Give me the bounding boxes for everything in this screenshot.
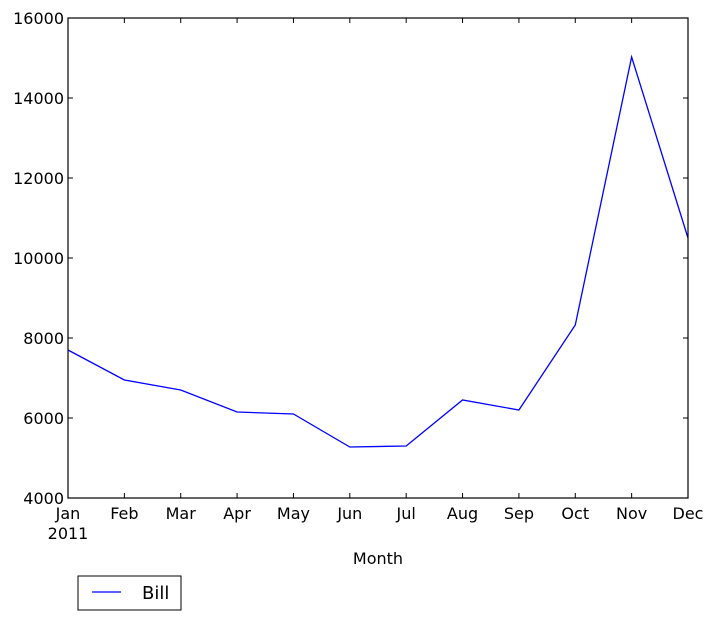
y-tick-label: 16000 [13, 9, 64, 28]
series-line-bill [67, 54, 689, 448]
y-tick-label: 12000 [13, 169, 64, 188]
x-tick-label: Nov [616, 504, 647, 523]
x-tick-label: Sep [504, 504, 534, 523]
plot-area [67, 17, 689, 499]
x-axis-title: Month [353, 549, 403, 568]
x-axis: Jan Feb Mar Apr May Jun Jul Aug Sep Oct Nov Dec [55, 18, 704, 523]
x-tick-label: Jun [336, 504, 362, 523]
y-tick-label: 6000 [23, 409, 64, 428]
y-tick-label: 14000 [13, 89, 64, 108]
x-tick-label: Aug [447, 504, 478, 523]
x-tick-label: Mar [166, 504, 197, 523]
y-axis: 40006000800010000120001400016000 [13, 9, 688, 508]
x-tick-label: Jul [396, 504, 416, 523]
legend: Bill [77, 575, 182, 611]
legend-label-bill: Bill [142, 583, 169, 604]
x-tick-label: Feb [110, 504, 138, 523]
y-tick-label: 8000 [23, 329, 64, 348]
x-tick-label: May [277, 504, 310, 523]
x-tick-label: Jan [55, 504, 81, 523]
x-tick-label: Dec [673, 504, 704, 523]
axes-frame [67, 17, 689, 499]
x-tick-label: Apr [223, 504, 251, 523]
y-tick-label: 10000 [13, 249, 64, 268]
line-chart: 40006000800010000120001400016000 Jan Feb M… [13, 9, 704, 611]
x-tick-label: Oct [561, 504, 589, 523]
x-axis-year-label: 2011 [48, 524, 89, 543]
